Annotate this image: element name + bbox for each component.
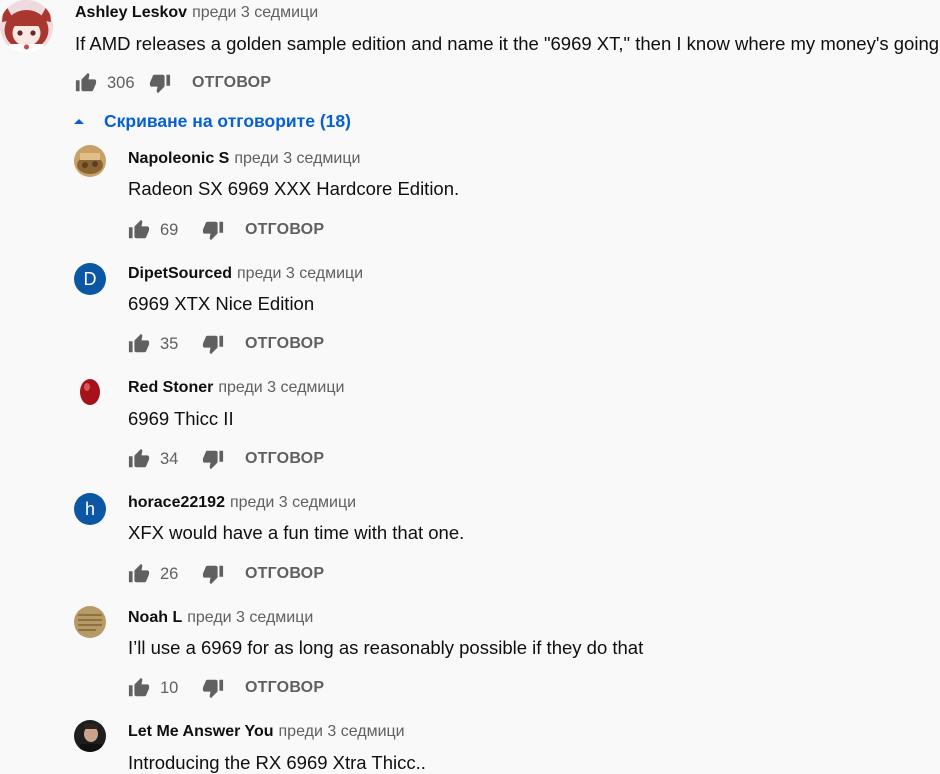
reply-comment: h horace22192 преди 3 седмици XFX would h… [0, 490, 940, 600]
thumbs-up-icon [128, 448, 150, 468]
author-line: Napoleonic S преди 3 седмици [128, 149, 360, 169]
author-line: Let Me Answer You преди 3 седмици [128, 722, 405, 742]
reply-button[interactable]: ОТГОВОР [245, 221, 324, 239]
like-button[interactable] [128, 333, 150, 355]
author-name[interactable]: Let Me Answer You [128, 723, 274, 740]
painting-avatar-icon[interactable] [74, 145, 106, 177]
like-count: 34 [160, 449, 179, 468]
reply-comment: Napoleonic S преди 3 седмици Radeon SX 69… [0, 145, 940, 255]
timestamp[interactable]: преди 3 седмици [218, 379, 344, 396]
comment-text: Introducing the RX 6969 Xtra Thicc.. [128, 752, 426, 773]
top-comment: Ashley Leskov преди 3 седмици If AMD rele… [0, 0, 940, 100]
cartoon-girl-avatar-icon[interactable] [0, 0, 53, 53]
comment-actions: 69 ОТГОВОР [128, 215, 324, 245]
dislike-button[interactable] [149, 72, 171, 94]
like-count: 10 [160, 678, 179, 697]
reply-comment: D DipetSourced преди 3 седмици 6969 XTX N… [0, 260, 940, 370]
comments-section: Ashley Leskov преди 3 седмици If AMD rele… [0, 0, 940, 774]
thumbs-down-icon [202, 221, 224, 241]
timestamp[interactable]: преди 3 седмици [237, 265, 363, 282]
timestamp[interactable]: преди 3 седмици [230, 494, 356, 511]
author-name[interactable]: Red Stoner [128, 379, 213, 396]
thumbs-down-icon [202, 335, 224, 355]
author-line: horace22192 преди 3 седмици [128, 493, 356, 513]
thumbs-down-icon [202, 679, 224, 699]
like-count: 35 [160, 334, 179, 353]
author-line: Noah L преди 3 седмици [128, 608, 313, 628]
like-count: 26 [160, 564, 179, 583]
thumbs-down-icon [202, 565, 224, 585]
reply-button[interactable]: ОТГОВОР [245, 679, 324, 697]
reply-comment: Noah L преди 3 седмици I’ll use a 6969 fo… [0, 604, 940, 714]
comment-text: 6969 XTX Nice Edition [128, 293, 315, 314]
comment-text: I’ll use a 6969 for as long as reasonabl… [128, 637, 644, 658]
thumbs-up-icon [128, 219, 150, 239]
author-line: DipetSourced преди 3 седмици [128, 264, 363, 284]
author-name[interactable]: Napoleonic S [128, 150, 229, 167]
author-name[interactable]: Ashley Leskov [75, 4, 187, 21]
caret-up-icon [74, 118, 84, 124]
comment-actions: 34 ОТГОВОР [128, 444, 324, 474]
timestamp[interactable]: преди 3 седмици [279, 723, 405, 740]
like-button[interactable] [75, 72, 97, 94]
reply-button[interactable]: ОТГОВОР [192, 74, 271, 92]
like-button[interactable] [128, 448, 150, 470]
thumbs-up-icon [128, 677, 150, 697]
avatar-letter: D [83, 268, 97, 289]
dislike-button[interactable] [202, 677, 224, 699]
like-button[interactable] [128, 563, 150, 585]
reply-comment: Let Me Answer You преди 3 седмици Introdu… [0, 718, 940, 774]
thumbs-up-icon [75, 72, 97, 92]
avatar-letter: h [84, 498, 95, 519]
dislike-button[interactable] [202, 563, 224, 585]
thumbs-down-icon [202, 450, 224, 470]
parchment-avatar-icon[interactable] [74, 606, 106, 638]
like-count: 306 [107, 73, 135, 92]
like-button[interactable] [128, 677, 150, 699]
reply-comment: Red Stoner преди 3 седмици 6969 Thicc II … [0, 375, 940, 485]
reply-button[interactable]: ОТГОВОР [245, 335, 324, 353]
letter-avatar[interactable]: D [74, 263, 106, 295]
comment-text: Radeon SX 6969 XXX Hardcore Edition. [128, 178, 460, 199]
thumbs-down-icon [149, 74, 171, 94]
portrait-photo-avatar-icon[interactable] [74, 720, 106, 752]
letter-avatar[interactable]: h [74, 493, 106, 525]
comment-actions: 26 ОТГОВОР [128, 559, 324, 589]
reply-button[interactable]: ОТГОВОР [245, 565, 324, 583]
hide-replies-toggle[interactable]: Скриване на отговорите (18) [72, 108, 351, 134]
hide-replies-label: Скриване на отговорите (18) [104, 110, 351, 131]
comment-actions: 35 ОТГОВОР [128, 329, 324, 359]
red-stone-avatar-icon[interactable] [74, 375, 106, 407]
like-button[interactable] [128, 219, 150, 241]
thumbs-up-icon [128, 563, 150, 583]
like-count: 69 [160, 220, 179, 239]
dislike-button[interactable] [202, 333, 224, 355]
author-name[interactable]: horace22192 [128, 494, 225, 511]
comment-actions: 10 ОТГОВОР [128, 673, 324, 703]
thumbs-up-icon [128, 333, 150, 353]
author-line: Red Stoner преди 3 седмици [128, 378, 344, 398]
timestamp[interactable]: преди 3 седмици [187, 609, 313, 626]
comment-actions: 306 ОТГОВОР [75, 68, 271, 98]
comment-text: XFX would have a fun time with that one. [128, 522, 465, 543]
dislike-button[interactable] [202, 219, 224, 241]
author-name[interactable]: DipetSourced [128, 265, 232, 282]
comment-text: 6969 Thicc II [128, 408, 234, 429]
dislike-button[interactable] [202, 448, 224, 470]
author-line: Ashley Leskov преди 3 седмици [75, 3, 318, 23]
timestamp[interactable]: преди 3 седмици [192, 4, 318, 21]
reply-button[interactable]: ОТГОВОР [245, 450, 324, 468]
comment-text: If AMD releases a golden sample edition … [75, 33, 940, 54]
author-name[interactable]: Noah L [128, 609, 182, 626]
timestamp[interactable]: преди 3 седмици [234, 150, 360, 167]
